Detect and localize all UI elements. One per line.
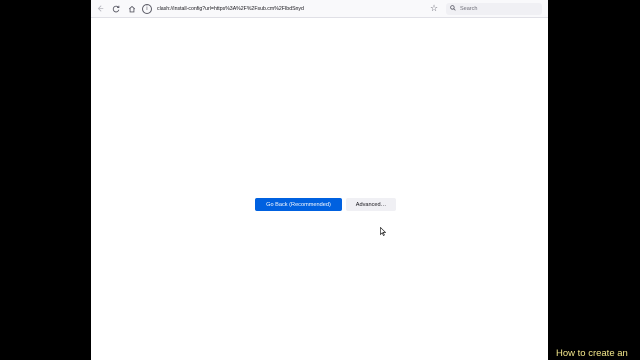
reload-icon[interactable] <box>109 2 123 16</box>
back-arrow-icon[interactable] <box>93 2 107 16</box>
browser-toolbar: i clash://install-config?url=https%3A%2F… <box>91 0 548 18</box>
mouse-cursor-icon <box>380 227 386 236</box>
advanced-button[interactable]: Advanced… <box>346 198 396 211</box>
search-placeholder[interactable]: Search <box>460 6 477 12</box>
search-box[interactable]: Search <box>446 2 542 15</box>
browser-window: i clash://install-config?url=https%3A%2F… <box>91 0 548 360</box>
search-icon <box>450 4 456 13</box>
star-icon[interactable]: ☆ <box>428 3 440 14</box>
address-bar[interactable]: i clash://install-config?url=https%3A%2F… <box>142 2 426 16</box>
home-icon[interactable] <box>125 2 139 16</box>
go-back-button[interactable]: Go Back (Recommended) <box>255 198 342 211</box>
video-caption: How to create an <box>556 348 628 359</box>
info-icon[interactable]: i <box>142 3 152 14</box>
url-text[interactable]: clash://install-config?url=https%3A%2F%2… <box>157 6 304 12</box>
